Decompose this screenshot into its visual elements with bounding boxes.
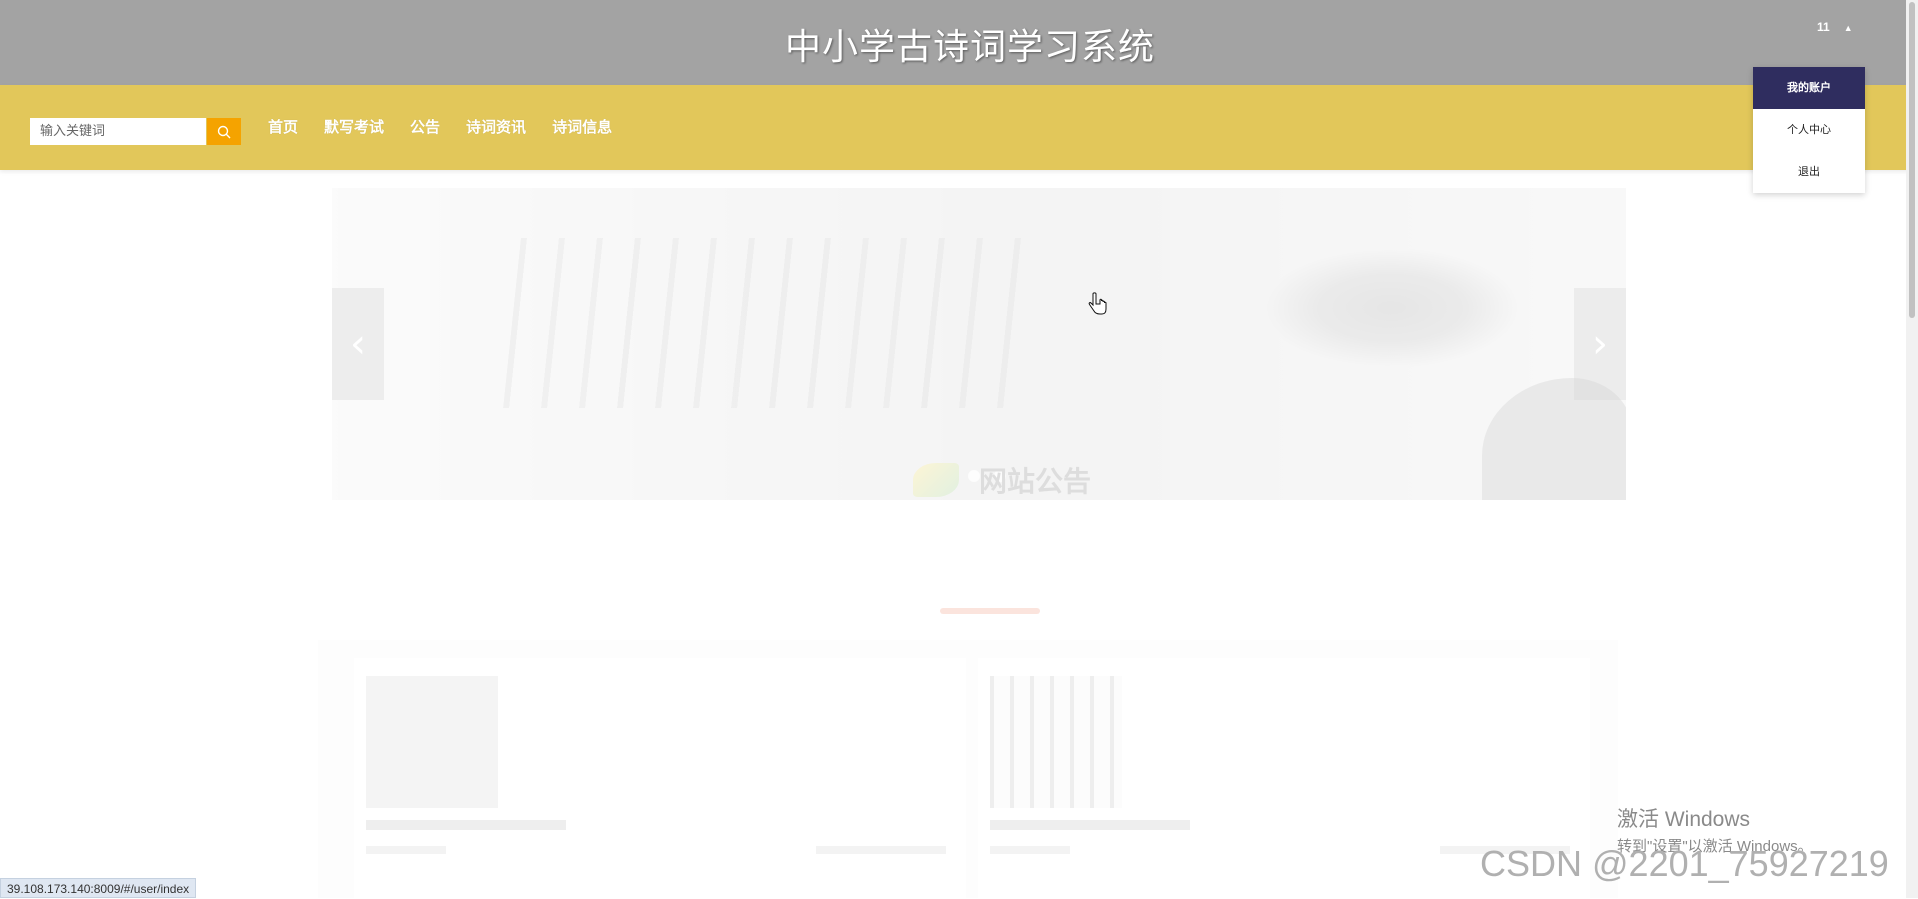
carousel-prev-button[interactable]: ‹ [332, 288, 384, 400]
nav-poetry-news[interactable]: 诗词资讯 [466, 116, 526, 137]
notice-underline [940, 608, 1040, 614]
notice-card-meta [366, 846, 446, 854]
notice-thumbnail [990, 676, 1122, 808]
notice-card[interactable] [354, 658, 966, 898]
faded-page-content: ‹ › 网站公告 [0, 170, 1918, 898]
notice-decoration-icon [912, 463, 959, 497]
user-dropdown-menu: 我的账户 个人中心 退出 [1753, 67, 1865, 193]
nav-poetry-info[interactable]: 诗词信息 [552, 116, 612, 137]
nav-announcements[interactable]: 公告 [410, 116, 440, 137]
search-button[interactable] [207, 118, 241, 145]
chevron-left-icon: ‹ [350, 321, 366, 367]
notice-title: 网站公告 [978, 465, 1091, 498]
menu-item-my-account[interactable]: 我的账户 [1753, 67, 1865, 109]
notice-thumbnail [366, 676, 498, 808]
menu-item-personal-center[interactable]: 个人中心 [1753, 109, 1865, 151]
status-bar-url: 39.108.173.140:8009/#/user/index [0, 878, 197, 898]
csdn-watermark: CSDN @2201_75927219 [1480, 843, 1889, 884]
site-title: 中小学古诗词学习系统 [784, 27, 1155, 68]
page-scrollbar[interactable] [1906, 0, 1918, 898]
ink-title-image [1262, 248, 1522, 368]
main-navbar: 输入关键词 首页 默写考试 公告 诗词资讯 诗词信息 [0, 85, 1918, 170]
notice-card-title [366, 820, 566, 830]
carousel-next-button[interactable]: › [1574, 288, 1626, 400]
chevron-right-icon: › [1592, 321, 1608, 367]
calligraphy-image [503, 238, 1041, 408]
username-label: 11 [1817, 20, 1830, 34]
scrollbar-thumb[interactable] [1909, 2, 1915, 318]
notice-card-date [816, 846, 946, 854]
menu-item-logout[interactable]: 退出 [1753, 151, 1865, 193]
caret-up-icon: ▲ [1843, 23, 1853, 33]
notice-list [318, 640, 1618, 898]
notice-card-meta [990, 846, 1070, 854]
nav-links: 首页 默写考试 公告 诗词资讯 诗词信息 [268, 116, 638, 137]
hand-cursor-icon [1088, 292, 1107, 315]
user-menu-toggle[interactable]: 11 ▲ [1817, 20, 1853, 34]
search-icon [217, 125, 231, 138]
notice-header: 网站公告 [862, 450, 1142, 510]
search-input[interactable]: 输入关键词 [30, 118, 206, 145]
activation-title: 激活 Windows [1617, 808, 1751, 831]
top-header: 中小学古诗词学习系统 11 ▲ [0, 0, 1918, 85]
nav-dictation-exam[interactable]: 默写考试 [324, 116, 384, 137]
notice-card-title [990, 820, 1190, 830]
nav-home[interactable]: 首页 [268, 116, 298, 137]
